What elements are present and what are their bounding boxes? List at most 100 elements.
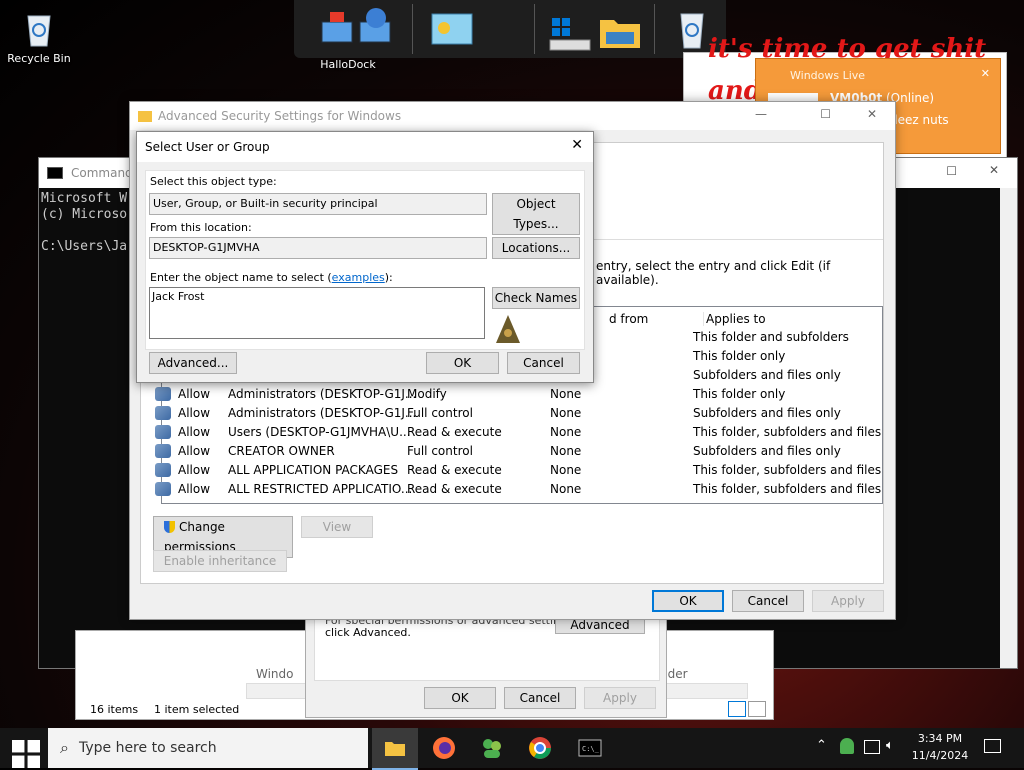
hallodock bbox=[294, 0, 726, 58]
entry-access: Modify bbox=[407, 387, 447, 401]
props-text-2: click Advanced. bbox=[325, 626, 411, 639]
col-applies-header[interactable]: Applies to bbox=[703, 312, 766, 326]
taskbar: ⌕ Type here to search C:\_ ⌃ 🔈︎ 3:34 PM … bbox=[0, 728, 1024, 770]
properties-dialog[interactable]: For special permissions or advanced sett… bbox=[305, 612, 667, 718]
windows-drive-icon[interactable] bbox=[548, 14, 592, 52]
select-titlebar[interactable]: Select User or Group ✕ bbox=[137, 132, 593, 162]
details-view-icon[interactable] bbox=[728, 701, 746, 717]
col-inherited-header[interactable]: d from bbox=[609, 312, 648, 326]
entry-type: Allow bbox=[178, 482, 211, 496]
entry-access: Read & execute bbox=[407, 425, 502, 439]
network-computer-icon[interactable] bbox=[312, 6, 404, 54]
large-icons-view-icon[interactable] bbox=[748, 701, 766, 717]
recycle-bin-dock-icon[interactable] bbox=[672, 8, 712, 52]
entry-applies-to: Subfolders and files only bbox=[693, 444, 841, 458]
object-types-button[interactable]: Object Types... bbox=[492, 193, 580, 235]
props-cancel-button[interactable]: Cancel bbox=[504, 687, 576, 709]
recycle-bin-label: Recycle Bin bbox=[7, 52, 71, 65]
select-user-dialog[interactable]: Select User or Group ✕ Select this objec… bbox=[136, 131, 594, 383]
entry-applies-to: This folder, subfolders and files bbox=[693, 463, 882, 477]
table-row[interactable]: Allow Users (DESKTOP-G1JMVHA\U... Read & e… bbox=[151, 423, 881, 442]
messenger-icon[interactable] bbox=[478, 734, 506, 762]
object-name-input[interactable] bbox=[149, 287, 485, 339]
start-windows-icon[interactable] bbox=[12, 740, 40, 768]
entry-principal: Administrators (DESKTOP-G1J... bbox=[228, 387, 417, 401]
select-advanced-button[interactable]: Advanced... bbox=[149, 352, 237, 374]
adv-instructions: entry, select the entry and click Edit (… bbox=[596, 259, 831, 287]
user-group-icon bbox=[155, 387, 171, 401]
entry-principal: Users (DESKTOP-G1JMVHA\U... bbox=[228, 425, 411, 439]
table-row[interactable]: Allow ALL RESTRICTED APPLICATIO... Read & … bbox=[151, 480, 881, 499]
view-button[interactable]: View bbox=[301, 516, 373, 538]
popup-close-icon[interactable]: ✕ bbox=[981, 67, 990, 80]
adv-close-icon[interactable]: ✕ bbox=[867, 107, 877, 121]
object-type-label: Select this object type: bbox=[150, 175, 277, 188]
adv-maximize-icon[interactable]: ☐ bbox=[820, 107, 831, 121]
adv-apply-button[interactable]: Apply bbox=[812, 590, 884, 612]
entry-applies-to: Subfolders and files only bbox=[693, 406, 841, 420]
location-field: DESKTOP-G1JMVHA bbox=[149, 237, 487, 259]
cmd-taskbar-icon[interactable]: C:\_ bbox=[576, 734, 604, 762]
table-row[interactable]: Allow CREATOR OWNER Full control None Subfol… bbox=[151, 442, 869, 461]
adv-cancel-button[interactable]: Cancel bbox=[732, 590, 804, 612]
adv-title: Advanced Security Settings for Windows bbox=[158, 109, 402, 123]
entry-access: Read & execute bbox=[407, 482, 502, 496]
table-row[interactable]: Allow ALL APPLICATION PACKAGES Read & exec… bbox=[151, 461, 881, 480]
examples-link[interactable]: examples bbox=[332, 271, 385, 284]
entry-principal: CREATOR OWNER bbox=[228, 444, 335, 458]
adv-ok-button[interactable]: OK bbox=[652, 590, 724, 612]
console-close-icon[interactable]: ✕ bbox=[989, 163, 999, 177]
network-icon[interactable] bbox=[864, 740, 880, 754]
select-ok-button[interactable]: OK bbox=[426, 352, 499, 374]
clock-date[interactable]: 11/4/2024 bbox=[910, 749, 970, 762]
chevron-up-icon[interactable]: ⌃ bbox=[816, 738, 827, 753]
svg-text:C:\_: C:\_ bbox=[582, 745, 600, 753]
entry-type: Allow bbox=[178, 444, 211, 458]
taskbar-explorer-button[interactable] bbox=[372, 728, 418, 770]
clock-time[interactable]: 3:34 PM bbox=[912, 732, 968, 745]
volume-icon[interactable]: 🔈︎ bbox=[886, 738, 894, 753]
taskbar-search-box[interactable]: ⌕ Type here to search bbox=[48, 728, 368, 768]
user-group-icon bbox=[155, 425, 171, 439]
entry-inherited: None bbox=[550, 482, 582, 496]
entry-inherited: None bbox=[550, 387, 582, 401]
entry-inherited: None bbox=[550, 425, 582, 439]
table-row[interactable]: Allow Administrators (DESKTOP-G1J... Full … bbox=[151, 404, 869, 423]
firefox-icon[interactable] bbox=[430, 734, 458, 762]
folder-icon[interactable] bbox=[598, 10, 642, 52]
check-names-button[interactable]: Check Names bbox=[492, 287, 580, 309]
props-ok-button[interactable]: OK bbox=[424, 687, 496, 709]
entry-applies-to: This folder, subfolders and files bbox=[693, 482, 882, 496]
folder-small-icon bbox=[138, 110, 152, 122]
entry-access: Full control bbox=[407, 444, 473, 458]
entry-applies-to: This folder, subfolders and files bbox=[693, 425, 882, 439]
recycle-bin-desktop-icon[interactable]: Recycle Bin bbox=[4, 8, 74, 65]
folder-taskbar-icon bbox=[385, 742, 405, 756]
console-maximize-icon[interactable]: ☐ bbox=[946, 164, 957, 178]
adv-titlebar[interactable]: Advanced Security Settings for Windows —… bbox=[130, 102, 895, 130]
entry-inherited: None bbox=[550, 406, 582, 420]
console-scrollbar[interactable] bbox=[1000, 188, 1017, 668]
entry-applies-to: Subfolders and files only bbox=[693, 368, 841, 382]
select-close-icon[interactable]: ✕ bbox=[571, 137, 583, 153]
entry-inherited: None bbox=[550, 463, 582, 477]
select-cancel-button[interactable]: Cancel bbox=[507, 352, 580, 374]
status-items-count: 16 items bbox=[90, 703, 139, 716]
entry-access: Full control bbox=[407, 406, 473, 420]
enable-inheritance-button[interactable]: Enable inheritance bbox=[153, 550, 287, 572]
chrome-icon[interactable] bbox=[526, 734, 554, 762]
entry-inherited: None bbox=[550, 444, 582, 458]
locations-button[interactable]: Locations... bbox=[492, 237, 580, 259]
control-panel-icon[interactable] bbox=[430, 10, 474, 50]
select-title: Select User or Group bbox=[145, 140, 270, 154]
props-apply-button[interactable]: Apply bbox=[584, 687, 656, 709]
entry-applies-to: This folder and subfolders bbox=[693, 330, 849, 344]
location-label: From this location: bbox=[150, 221, 252, 234]
adv-minimize-icon[interactable]: — bbox=[755, 107, 767, 121]
table-row[interactable]: Allow Administrators (DESKTOP-G1J... Modif… bbox=[151, 385, 869, 404]
notification-icon[interactable] bbox=[984, 739, 1001, 753]
user-tray-icon[interactable] bbox=[840, 738, 854, 754]
user-group-icon bbox=[155, 482, 171, 496]
explorer-crumb: Windo bbox=[256, 667, 294, 681]
status-selected-count: 1 item selected bbox=[154, 703, 240, 716]
